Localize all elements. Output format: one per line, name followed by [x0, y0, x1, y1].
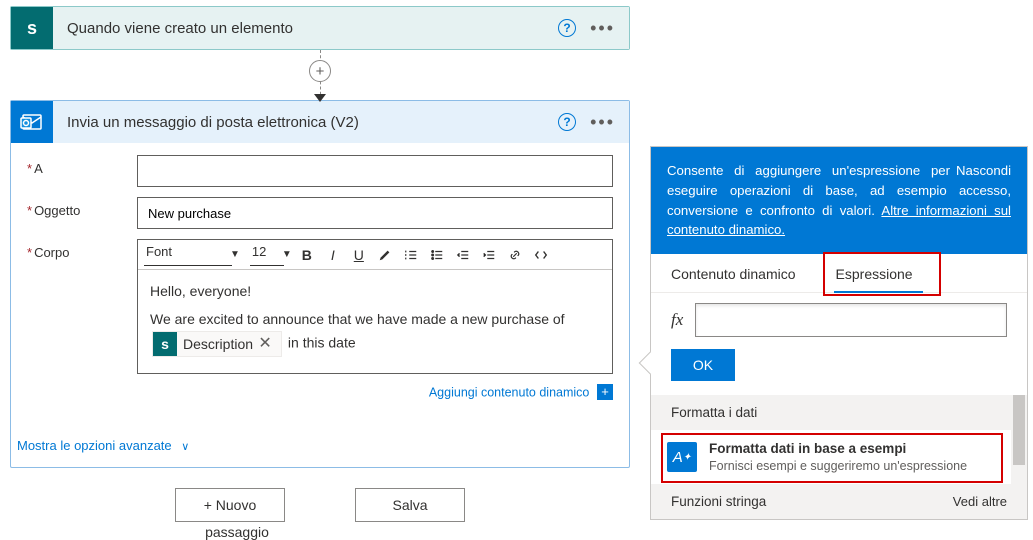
ok-button[interactable]: OK	[671, 349, 735, 381]
help-icon[interactable]: ?	[558, 19, 576, 37]
action-card: Invia un messaggio di posta elettronica …	[10, 100, 630, 468]
save-button[interactable]: Salva	[355, 488, 465, 522]
outlook-icon	[11, 101, 53, 143]
bold-button[interactable]: B	[296, 244, 318, 266]
trigger-card[interactable]: s Quando viene creato un elemento ? •••	[10, 6, 630, 50]
scrollbar-thumb[interactable]	[1013, 395, 1025, 465]
add-dynamic-row: Aggiungi contenuto dinamico +	[27, 384, 613, 400]
action-header[interactable]: Invia un messaggio di posta elettronica …	[11, 101, 629, 143]
help-icon[interactable]: ?	[558, 113, 576, 131]
add-dynamic-link[interactable]: Aggiungi contenuto dinamico	[429, 385, 590, 399]
scrollbar[interactable]	[1011, 395, 1027, 519]
indent-button[interactable]	[478, 244, 500, 266]
field-subject: *Oggetto	[27, 197, 613, 229]
dynamic-token-description[interactable]: s Description ✕	[152, 331, 282, 357]
format-by-example-item[interactable]: A✦ Formatta dati in base a esempi Fornis…	[651, 430, 1027, 484]
sharepoint-icon: s	[153, 332, 177, 356]
body-content[interactable]: Hello, everyone! We are excited to annou…	[138, 270, 612, 373]
hide-link[interactable]: Nascondi	[956, 161, 1011, 181]
new-step-suffix: passaggio	[182, 524, 292, 540]
trigger-title: Quando viene creato un elemento	[53, 20, 558, 37]
sharepoint-icon: s	[11, 7, 53, 49]
subject-input[interactable]	[137, 197, 613, 229]
remove-token-icon[interactable]: ✕	[255, 334, 275, 354]
panel-tabs: Contenuto dinamico Espressione	[651, 254, 1027, 293]
to-label: A	[34, 161, 43, 176]
body-line-2: We are excited to announce that we have …	[150, 308, 600, 356]
underline-button[interactable]: U	[348, 244, 370, 266]
bullet-list-button[interactable]	[426, 244, 448, 266]
format-icon: A✦	[667, 442, 697, 472]
italic-button[interactable]: I	[322, 244, 344, 266]
body-text-after: in this date	[288, 334, 356, 350]
subject-label: Oggetto	[34, 203, 80, 218]
section-format-label: Formatta i dati	[671, 405, 757, 420]
trigger-header[interactable]: s Quando viene creato un elemento ? •••	[11, 7, 629, 49]
highlight-button[interactable]	[374, 244, 396, 266]
format-item-title: Formatta dati in base a esempi	[709, 440, 967, 458]
chevron-down-icon: ▼	[282, 249, 292, 260]
rich-text-editor: Font▼ 12▼ B I U	[137, 239, 613, 374]
plus-badge-icon[interactable]: +	[597, 384, 613, 400]
code-view-button[interactable]	[530, 244, 552, 266]
outdent-button[interactable]	[452, 244, 474, 266]
expression-input-row: fx	[651, 293, 1027, 343]
action-body: *A *Oggetto *Corpo Font▼ 12▼ B I U	[11, 143, 629, 426]
fx-icon: fx	[671, 310, 683, 330]
tab-expression[interactable]: Espressione	[816, 254, 933, 292]
to-input[interactable]	[137, 155, 613, 187]
body-label: Corpo	[34, 245, 69, 260]
tab-dynamic-content[interactable]: Contenuto dinamico	[651, 254, 816, 292]
sharepoint-icon-letter: s	[27, 18, 37, 39]
chevron-down-icon: ▼	[230, 249, 240, 260]
field-to: *A	[27, 155, 613, 187]
token-label: Description	[183, 333, 253, 355]
section-format-data: Formatta i dati	[651, 395, 1027, 430]
action-title: Invia un messaggio di posta elettronica …	[53, 114, 558, 131]
link-button[interactable]	[504, 244, 526, 266]
section-string-functions: Funzioni stringa Vedi altre	[651, 484, 1027, 519]
add-step-button[interactable]: +	[309, 60, 331, 82]
new-step-button[interactable]: + Nuovo	[175, 488, 285, 522]
body-line-1: Hello, everyone!	[150, 280, 600, 302]
panel-description: Nascondi Consente di aggiungere un'espre…	[651, 147, 1027, 254]
section-string-label: Funzioni stringa	[671, 494, 766, 509]
more-menu-icon[interactable]: •••	[590, 19, 615, 37]
body-text-before: We are excited to announce that we have …	[150, 311, 565, 327]
chevron-down-icon: ∨	[181, 441, 189, 453]
arrow-down-icon	[314, 94, 326, 102]
flow-canvas: s Quando viene creato un elemento ? ••• …	[0, 0, 640, 527]
footer-buttons: + Nuovo Salva	[0, 488, 640, 522]
size-picker[interactable]: 12	[250, 244, 284, 266]
format-item-subtitle: Fornisci esempi e suggeriremo un'espress…	[709, 458, 967, 474]
see-more-link[interactable]: Vedi altre	[953, 494, 1007, 509]
more-menu-icon[interactable]: •••	[590, 113, 615, 131]
connector: +	[0, 50, 640, 100]
field-body: *Corpo Font▼ 12▼ B I U	[27, 239, 613, 374]
advanced-options-label: Mostra le opzioni avanzate	[17, 438, 172, 453]
advanced-options[interactable]: Mostra le opzioni avanzate ∨	[11, 426, 629, 467]
rte-toolbar: Font▼ 12▼ B I U	[138, 240, 612, 270]
number-list-button[interactable]	[400, 244, 422, 266]
dynamic-content-panel: Nascondi Consente di aggiungere un'espre…	[650, 146, 1028, 520]
expression-input[interactable]	[695, 303, 1007, 337]
font-picker[interactable]: Font	[144, 244, 232, 266]
